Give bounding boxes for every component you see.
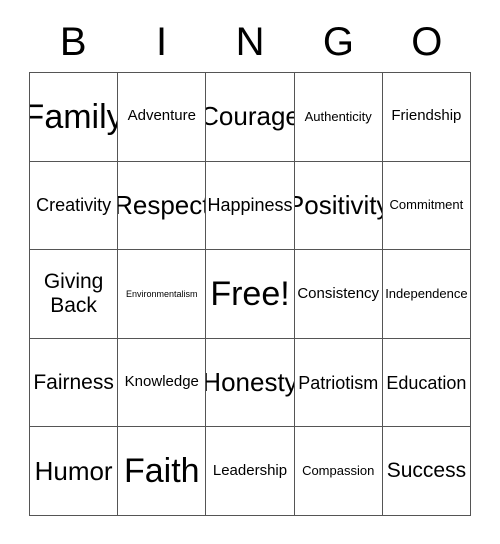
bingo-cell-label: Free! [210,274,290,313]
bingo-cell-label: Environmentalism [126,288,198,299]
bingo-header-letter-b: B [59,20,87,64]
bingo-header-letter-n: N [235,20,265,64]
bingo-cell-label: Compassion [302,462,375,478]
bingo-cell-label: Friendship [391,107,462,125]
bingo-header-letter-g: G [322,20,354,64]
bingo-cell[interactable]: Adventure [118,73,207,162]
bingo-cell-label: Humor [34,455,113,486]
bingo-cell[interactable]: Fairness [30,338,119,428]
bingo-cell-label: Giving Back [43,270,104,317]
bingo-cell-label: Happiness [207,195,293,216]
bingo-cell[interactable]: Success [382,427,471,516]
bingo-cell[interactable]: Courage [206,73,295,162]
bingo-cell-label: Fairness [33,370,114,394]
bingo-header-letter-o: O [411,20,443,64]
bingo-cell[interactable]: Honesty [206,338,295,428]
bingo-cell-label: Knowledge [124,373,199,391]
bingo-cell[interactable]: Patriotism [294,338,383,428]
bingo-cell-label: Independence [385,285,468,301]
bingo-cell[interactable]: Friendship [382,73,471,162]
bingo-cell[interactable]: Family [30,73,119,162]
bingo-cell-label: Education [386,372,467,393]
bingo-cell-label: Success [386,459,467,483]
bingo-cell-label: Authenticity [304,108,372,124]
bingo-cell-label: Faith [123,452,200,491]
bingo-cell[interactable]: Giving Back [30,250,119,339]
bingo-cell[interactable]: Environmentalism [118,250,207,339]
bingo-cell[interactable]: Education [382,338,471,428]
bingo-cell[interactable]: Creativity [30,161,119,251]
bingo-card: B I N G O Family Adventure Courage Authenti… [0,0,500,544]
bingo-cell[interactable]: Authenticity [294,73,383,162]
bingo-cell[interactable]: Happiness [206,161,295,251]
bingo-cell-label: Honesty [206,367,295,398]
bingo-cell-label: Courage [206,101,293,132]
bingo-cell[interactable]: Faith [118,427,207,516]
bingo-cell[interactable]: Commitment [382,161,471,251]
bingo-cell-label: Creativity [36,195,112,216]
bingo-cell-label: Patriotism [298,372,379,393]
bingo-cell-label: Adventure [127,107,196,125]
bingo-grid: Family Adventure Courage Authenticity Friend… [29,72,471,516]
bingo-cell[interactable]: Compassion [294,427,383,516]
bingo-cell[interactable]: Leadership [206,427,295,516]
bingo-header: B I N G O [29,16,471,68]
bingo-cell-label: Leadership [212,461,288,479]
bingo-cell-label: Commitment [389,197,464,213]
bingo-cell-label: Respect [118,189,207,220]
bingo-cell[interactable]: Consistency [294,250,383,339]
bingo-cell-label: Consistency [297,284,380,302]
bingo-free-space[interactable]: Free! [206,250,295,339]
bingo-cell[interactable]: Knowledge [118,338,207,428]
bingo-cell[interactable]: Positivity [294,161,383,251]
bingo-cell[interactable]: Humor [30,427,119,516]
bingo-cell[interactable]: Independence [382,250,471,339]
bingo-header-letter-i: I [156,20,168,64]
bingo-cell-label: Family [30,97,117,136]
bingo-cell[interactable]: Respect [118,161,207,251]
bingo-cell-label: Positivity [295,189,382,220]
